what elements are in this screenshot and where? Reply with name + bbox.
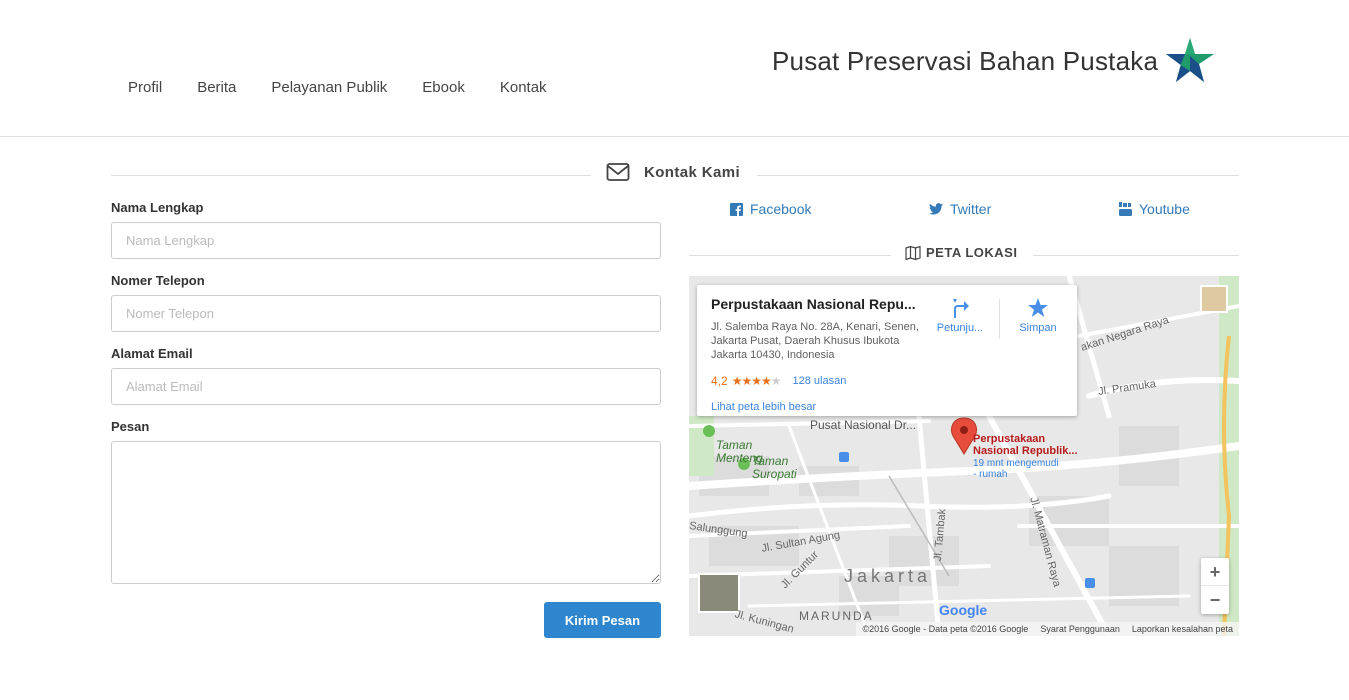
divider bbox=[757, 175, 1239, 176]
reviews-link[interactable]: 128 ulasan bbox=[792, 375, 846, 387]
contact-heading-label: Kontak Kami bbox=[644, 163, 741, 181]
map-icon bbox=[905, 245, 921, 260]
name-label: Nama Lengkap bbox=[111, 200, 204, 215]
map-report-link[interactable]: Laporkan kesalahan peta bbox=[1132, 624, 1233, 634]
email-field[interactable] bbox=[111, 368, 661, 405]
nav-item-berita[interactable]: Berita bbox=[197, 79, 236, 96]
directions-label: Petunju... bbox=[936, 322, 984, 334]
rating-value: 4,2 bbox=[711, 374, 728, 388]
youtube-link[interactable]: Youtube bbox=[1119, 201, 1190, 217]
youtube-icon bbox=[1119, 202, 1132, 216]
save-label: Simpan bbox=[1019, 322, 1057, 334]
save-button[interactable]: Simpan bbox=[1008, 297, 1068, 334]
embedded-map[interactable]: Perpustakaan Nasional Repu... Jl. Salemb… bbox=[689, 276, 1239, 636]
zoom-out-button[interactable]: − bbox=[1201, 586, 1229, 614]
facebook-icon bbox=[730, 202, 743, 216]
zoom-in-button[interactable]: + bbox=[1201, 558, 1229, 586]
nav-item-ebook[interactable]: Ebook bbox=[422, 79, 465, 96]
contact-heading: Kontak Kami bbox=[606, 162, 740, 182]
place-card: Perpustakaan Nasional Repu... Jl. Salemb… bbox=[697, 285, 1077, 416]
main-nav: Profil Berita Pelayanan Publik Ebook Kon… bbox=[128, 79, 582, 96]
twitter-icon bbox=[929, 203, 943, 215]
star-icon bbox=[1028, 298, 1048, 317]
nav-item-profil[interactable]: Profil bbox=[128, 79, 162, 96]
twitter-label: Twitter bbox=[950, 201, 992, 217]
rating-stars-icon: ★★★★★ bbox=[731, 374, 782, 388]
nav-item-kontak[interactable]: Kontak bbox=[500, 79, 547, 96]
message-label: Pesan bbox=[111, 419, 150, 434]
divider bbox=[999, 299, 1000, 339]
zoom-controls: + − bbox=[1201, 558, 1229, 614]
phone-field[interactable] bbox=[111, 295, 661, 332]
twitter-link[interactable]: Twitter bbox=[929, 201, 991, 217]
divider bbox=[689, 255, 891, 256]
map-terms-link[interactable]: Syarat Penggunaan bbox=[1040, 624, 1120, 634]
message-field[interactable] bbox=[111, 441, 661, 584]
directions-icon bbox=[953, 299, 969, 318]
place-rating: 4,2 ★★★★★ 128 ulasan bbox=[711, 374, 846, 388]
phone-label: Nomer Telepon bbox=[111, 273, 205, 288]
submit-button[interactable]: Kirim Pesan bbox=[544, 602, 661, 638]
place-address: Jl. Salemba Raya No. 28A, Kenari, Senen,… bbox=[711, 321, 919, 361]
nav-item-pelayanan-publik[interactable]: Pelayanan Publik bbox=[271, 79, 387, 96]
envelope-icon bbox=[606, 163, 630, 181]
site-header: Profil Berita Pelayanan Publik Ebook Kon… bbox=[0, 0, 1349, 137]
google-logo: Google bbox=[939, 602, 988, 618]
divider bbox=[111, 175, 591, 176]
youtube-label: Youtube bbox=[1139, 201, 1190, 217]
email-label: Alamat Email bbox=[111, 346, 193, 361]
facebook-link[interactable]: Facebook bbox=[730, 201, 811, 217]
pin-sublabel: 19 mnt mengemudi - rumah bbox=[973, 458, 1059, 480]
name-field[interactable] bbox=[111, 222, 661, 259]
map-footer: ©2016 Google - Data peta ©2016 Google Sy… bbox=[856, 622, 1239, 636]
map-label: MARUNDA bbox=[799, 609, 874, 623]
facebook-label: Facebook bbox=[750, 201, 812, 217]
map-copyright: ©2016 Google - Data peta ©2016 Google bbox=[862, 624, 1029, 634]
star-logo-icon[interactable] bbox=[1162, 36, 1218, 88]
map-label: Taman Suropati bbox=[752, 454, 797, 481]
map-label: Jakarta bbox=[844, 566, 932, 586]
divider bbox=[1033, 255, 1239, 256]
map-heading-label: PETA LOKASI bbox=[926, 245, 1018, 260]
map-heading: PETA LOKASI bbox=[905, 245, 1017, 260]
site-title[interactable]: Pusat Preservasi Bahan Pustaka bbox=[772, 46, 1158, 77]
map-label: Pusat Nasional Dr... bbox=[810, 418, 917, 432]
larger-map-link[interactable]: Lihat peta lebih besar bbox=[711, 401, 816, 413]
directions-button[interactable]: Petunju... bbox=[930, 297, 990, 334]
contact-form: Nama Lengkap Nomer Telepon Alamat Email … bbox=[111, 200, 661, 584]
pin-label: Perpustakaan Nasional Republik... bbox=[973, 433, 1078, 457]
place-title[interactable]: Perpustakaan Nasional Repu... bbox=[711, 296, 916, 312]
